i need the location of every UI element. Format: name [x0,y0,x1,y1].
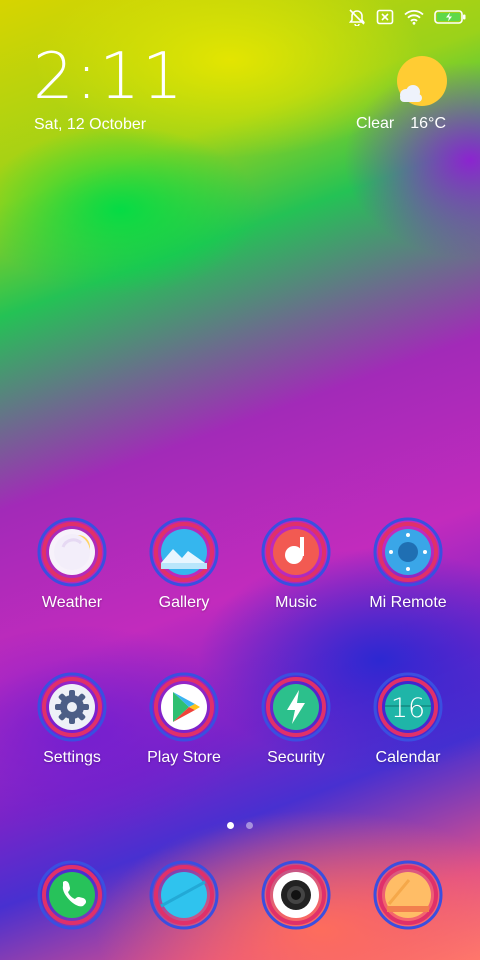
music-icon [261,517,331,587]
sun-cloud-icon [396,56,448,113]
weather-summary: Clear 16°C [356,115,446,133]
dock-camera[interactable] [241,860,351,930]
calendar-date-text: 16 [391,693,425,724]
app-play-store[interactable]: Play Store [129,672,239,767]
weather-condition: Clear [356,115,395,132]
app-label: Mi Remote [369,594,447,611]
camera-icon [261,860,331,930]
no-sim-icon [376,9,394,25]
app-label: Play Store [147,749,221,766]
dock-notes[interactable] [353,860,463,930]
wifi-icon [404,9,424,25]
battery-charging-icon [434,9,466,25]
app-mi-remote[interactable]: Mi Remote [353,517,463,612]
play-store-icon [149,672,219,742]
clock[interactable]: 2:11 [33,45,185,109]
status-bar [348,8,466,26]
weather-widget[interactable]: Clear 16°C [338,56,448,136]
app-label: Weather [41,594,103,611]
app-music[interactable]: Music [241,517,351,612]
page-dot-current[interactable] [227,822,234,829]
phone-icon [37,860,107,930]
date[interactable]: Sat, 12 October [34,116,146,134]
app-calendar[interactable]: 16 Calendar [353,672,463,767]
app-settings[interactable]: Settings [17,672,127,767]
app-label: Security [267,749,325,766]
app-label: Music [275,594,317,611]
wallpaper [0,0,480,960]
alarm-off-icon [348,8,366,26]
calendar-icon: 16 [373,672,443,742]
app-label: Settings [43,749,101,766]
weather-icon [37,517,107,587]
gear-icon [37,672,107,742]
lightning-shield-icon [261,672,331,742]
messaging-icon [149,860,219,930]
app-label: Calendar [375,749,441,766]
mi-remote-icon [373,517,443,587]
gallery-icon [149,517,219,587]
app-weather[interactable]: Weather [17,517,127,612]
notes-icon [373,860,443,930]
app-label: Gallery [158,594,210,611]
dock-phone[interactable] [17,860,127,930]
app-gallery[interactable]: Gallery [129,517,239,612]
dock-messaging[interactable] [129,860,239,930]
app-security[interactable]: Security [241,672,351,767]
page-dot[interactable] [246,822,253,829]
weather-temperature: 16°C [410,115,446,132]
page-indicator [0,822,480,829]
